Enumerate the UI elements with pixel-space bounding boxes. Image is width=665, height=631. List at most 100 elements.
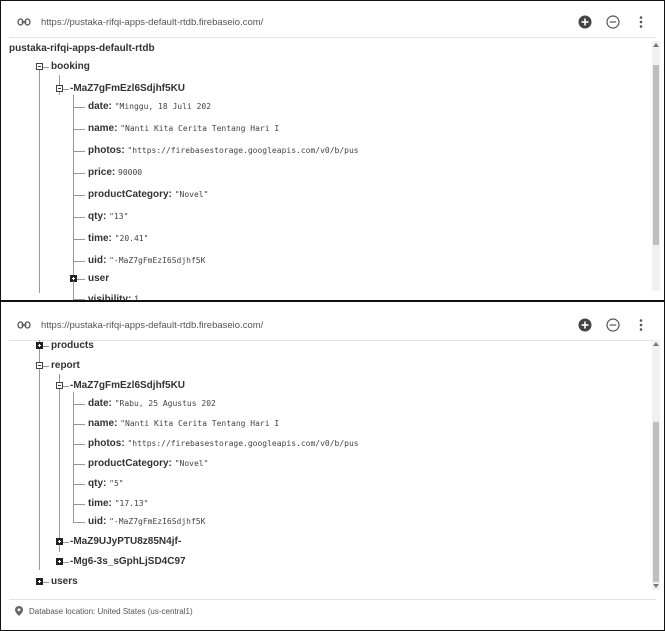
field-row[interactable]: name: "Nanti Kita Cerita Tentang Hari I (88, 121, 279, 137)
tree-connector (43, 366, 49, 367)
database-location-text: Database location: United States (us-cen… (29, 606, 193, 616)
database-url[interactable]: https://pustaka-rifqi-apps-default-rtdb.… (41, 320, 566, 331)
node-products[interactable]: products (51, 338, 94, 354)
link-icon[interactable] (15, 13, 33, 31)
field-row[interactable]: qty: "5" (88, 476, 124, 492)
tree-connector (73, 444, 85, 445)
tree-connector (73, 392, 74, 522)
field-row[interactable]: time: "17.13" (88, 496, 148, 512)
tree-connector (59, 374, 60, 552)
node-report[interactable]: report (51, 358, 80, 374)
field-key: time: (88, 498, 112, 509)
field-value: "20.41" (114, 234, 149, 243)
field-row[interactable]: productCategory: "Novel" (88, 456, 208, 472)
database-tree: pustaka-rifqi-apps-default-rtdb booking … (9, 41, 644, 300)
toggle-record[interactable] (56, 85, 63, 92)
field-value: "-MaZ7gFmEzI6Sdjhf5K (109, 256, 206, 265)
remove-circle-icon[interactable] (604, 13, 622, 31)
scrollbar[interactable] (652, 41, 660, 291)
node-user[interactable]: user (88, 271, 109, 287)
tree-connector (43, 346, 49, 347)
more-vert-icon[interactable] (632, 316, 650, 334)
toggle-report[interactable] (36, 362, 43, 369)
node-record-id[interactable]: -MaZ7gFmEzl6Sdjhf5KU (70, 378, 185, 394)
field-row[interactable]: qty: "13" (88, 209, 128, 225)
field-key: productCategory: (88, 458, 172, 469)
more-vert-icon[interactable] (632, 13, 650, 31)
tree-connector (73, 522, 85, 523)
scroll-down-icon[interactable] (653, 584, 659, 588)
field-value: "Minggu, 18 Juli 202 (114, 102, 212, 111)
toggle-record-2[interactable] (56, 538, 63, 545)
field-value: "https://firebasestorage.googleapis.com/… (127, 439, 359, 448)
link-icon[interactable] (15, 316, 33, 334)
root-node[interactable]: pustaka-rifqi-apps-default-rtdb (9, 41, 155, 57)
tree-connector (63, 562, 69, 563)
tree-connector (39, 340, 40, 570)
field-row[interactable]: date: "Minggu, 18 Juli 202 (88, 99, 211, 115)
field-value: "Nanti Kita Cerita Tentang Hari I (120, 419, 280, 428)
tree-connector (73, 281, 74, 299)
field-value: "Novel" (174, 459, 209, 468)
tree-connector (73, 299, 85, 300)
toggle-record[interactable] (56, 382, 63, 389)
field-value: "https://firebasestorage.googleapis.com/… (127, 146, 359, 155)
field-key: name: (88, 123, 118, 134)
field-key: photos: (88, 438, 125, 449)
node-record-2[interactable]: -MaZ9UJyPTU8z85N4jf- (70, 534, 181, 550)
database-panel-booking: https://pustaka-rifqi-apps-default-rtdb.… (0, 0, 665, 301)
tree-connector (73, 173, 85, 174)
toggle-record-3[interactable] (56, 558, 63, 565)
tree-connector (73, 239, 85, 240)
node-record-id[interactable]: -MaZ7gFmEzl6Sdjhf5KU (70, 81, 185, 97)
scroll-thumb[interactable] (653, 65, 659, 245)
toggle-booking[interactable] (36, 63, 43, 70)
field-row[interactable]: photos: "https://firebasestorage.googlea… (88, 436, 359, 452)
tree-connector (77, 279, 85, 280)
scrollbar[interactable] (652, 340, 660, 590)
toggle-products[interactable] (36, 342, 43, 349)
tree-connector (39, 63, 40, 293)
field-key: qty: (88, 478, 107, 489)
field-row[interactable]: photos: "https://firebasestorage.googlea… (88, 143, 359, 159)
field-value: "Nanti Kita Cerita Tentang Hari I (120, 124, 280, 133)
field-row[interactable]: date: "Rabu, 25 Agustus 202 (88, 396, 216, 412)
toggle-users[interactable] (36, 578, 43, 585)
scroll-up-icon[interactable] (653, 43, 659, 47)
field-row[interactable]: name: "Nanti Kita Cerita Tentang Hari I (88, 416, 279, 432)
tree-connector (63, 89, 69, 90)
field-row[interactable]: uid: "-MaZ7gFmEzI6Sdjhf5K (88, 514, 205, 530)
field-row-visibility[interactable]: visibility: 1 (88, 291, 140, 301)
field-key: name: (88, 418, 118, 429)
field-row[interactable]: uid: "-MaZ7gFmEzI6Sdjhf5K (88, 253, 205, 269)
field-row[interactable]: productCategory: "Novel" (88, 187, 208, 203)
add-circle-icon[interactable] (576, 316, 594, 334)
field-key: time: (88, 233, 112, 244)
field-key: qty: (88, 211, 107, 222)
tree-connector (43, 67, 49, 68)
tree-connector (73, 484, 85, 485)
field-key: uid: (88, 516, 107, 527)
field-key: photos: (88, 145, 125, 156)
field-value: "13" (109, 212, 129, 221)
add-circle-icon[interactable] (576, 13, 594, 31)
field-row[interactable]: price: 90000 (88, 165, 142, 181)
field-value: "Novel" (174, 190, 209, 199)
field-value: 1 (134, 294, 140, 301)
scroll-thumb[interactable] (653, 422, 659, 582)
tree-connector (73, 217, 85, 218)
node-booking[interactable]: booking (51, 59, 90, 75)
tree-connector (73, 424, 85, 425)
remove-circle-icon[interactable] (604, 316, 622, 334)
tree-connector (63, 542, 69, 543)
database-panel-report: https://pustaka-rifqi-apps-default-rtdb.… (0, 301, 665, 631)
tree-connector (73, 195, 85, 196)
tree-connector (73, 261, 85, 262)
scroll-up-icon[interactable] (653, 342, 659, 346)
url-toolbar: https://pustaka-rifqi-apps-default-rtdb.… (9, 7, 656, 38)
field-row[interactable]: time: "20.41" (88, 231, 148, 247)
database-url[interactable]: https://pustaka-rifqi-apps-default-rtdb.… (41, 17, 566, 28)
node-record-3[interactable]: -Mg6-3s_sGphLjSD4C97 (70, 554, 186, 570)
tree-connector (73, 504, 85, 505)
node-users[interactable]: users (51, 574, 78, 590)
